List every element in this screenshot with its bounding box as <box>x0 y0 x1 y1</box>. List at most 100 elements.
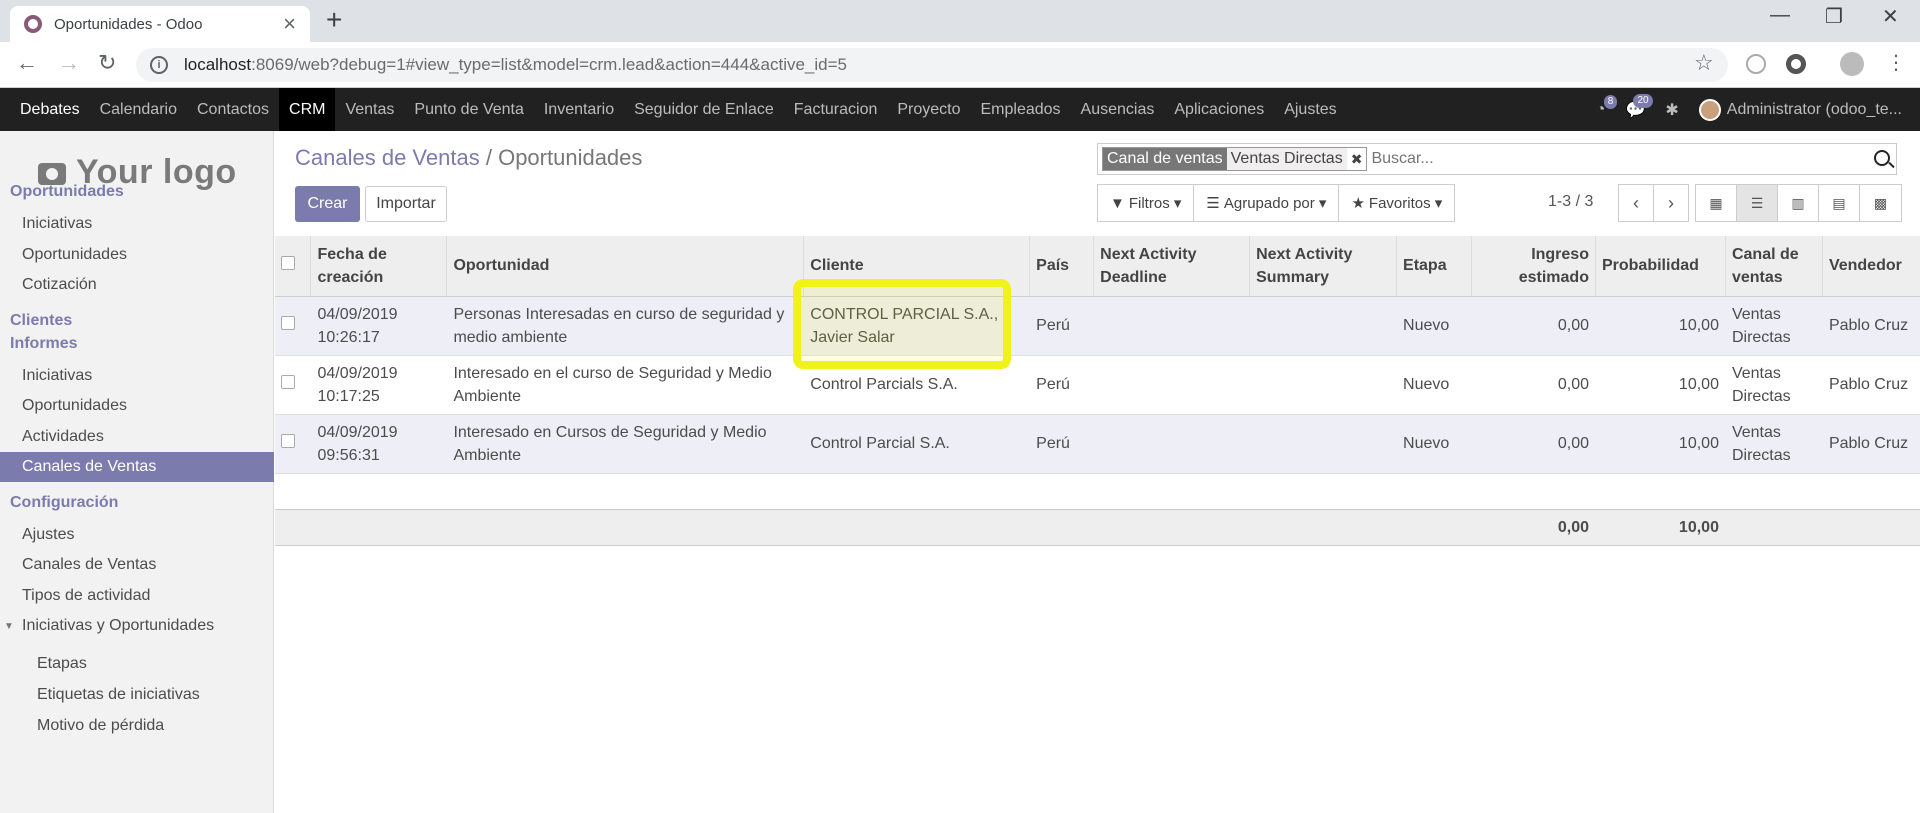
empty-row <box>275 472 1920 510</box>
app-menu-item[interactable]: Ventas <box>335 88 404 131</box>
close-window-icon[interactable]: ✕ <box>1882 4 1899 29</box>
avatar[interactable] <box>1698 98 1721 121</box>
col-ingreso[interactable]: Ingreso estimado <box>1471 236 1596 297</box>
app-menu-item[interactable]: CRM <box>279 88 336 131</box>
app-menu-item[interactable]: Seguidor de Enlace <box>624 88 784 131</box>
close-tab-icon[interactable]: × <box>283 13 296 35</box>
table-row[interactable]: 04/09/2019 10:26:17 Personas Interesadas e… <box>275 296 1920 356</box>
graph-view-icon[interactable]: ▥ <box>1778 185 1819 221</box>
sidebar-item[interactable]: Canales de Ventas <box>0 550 274 580</box>
col-next-summary[interactable]: Next Activity Summary <box>1249 236 1398 297</box>
table-header-row: Fecha de creación Oportunidad Cliente Pa… <box>275 236 1920 297</box>
url-bar[interactable]: i localhost:8069/web?debug=1#view_type=l… <box>136 48 1728 82</box>
pager-previous-icon[interactable]: ‹ <box>1618 184 1654 222</box>
sidebar-subitem[interactable]: Etiquetas de iniciativas <box>0 680 274 710</box>
restore-icon[interactable]: ❐ <box>1825 4 1843 29</box>
app-menu-item[interactable]: Facturacion <box>784 88 888 131</box>
row-checkbox[interactable] <box>275 296 311 356</box>
app-menu-item[interactable]: Proyecto <box>887 88 970 131</box>
odoo-navbar: Debates Calendario Contactos CRM Ventas Punt… <box>0 88 1920 131</box>
breadcrumb-parent[interactable]: Canales de Ventas <box>295 145 480 170</box>
col-canal[interactable]: Canal de ventas <box>1725 236 1823 297</box>
sidebar-item[interactable]: Actividades <box>0 422 274 452</box>
app-debates[interactable]: Debates <box>10 88 90 131</box>
app-menu-item[interactable]: Ajustes <box>1274 88 1346 131</box>
app-menu-item[interactable]: Inventario <box>534 88 624 131</box>
debug-bug-icon[interactable]: ✱ <box>1665 100 1678 120</box>
minimize-icon[interactable]: — <box>1770 4 1790 27</box>
sidebar-subitem[interactable]: Etapas <box>0 649 274 679</box>
cell-fecha: 04/09/2019 10:26:17 <box>310 296 447 356</box>
pager-next-icon[interactable]: › <box>1653 184 1689 222</box>
cell-pais: Perú <box>1029 296 1094 356</box>
info-icon[interactable]: i <box>150 56 168 74</box>
col-vendedor[interactable]: Vendedor <box>1822 236 1920 297</box>
col-cliente[interactable]: Cliente <box>803 236 1031 297</box>
new-tab-icon[interactable]: + <box>326 4 342 36</box>
url-text: localhost:8069/web?debug=1#view_type=lis… <box>184 55 847 74</box>
sidebar-subitem[interactable]: Motivo de pérdida <box>0 711 274 741</box>
sidebar-section-heading[interactable]: Clientes <box>0 312 274 330</box>
messages-icon[interactable]: 💬 20 <box>1625 93 1653 120</box>
search-box[interactable]: Canal de ventas Ventas Directas ✖ <box>1097 143 1897 175</box>
search-input[interactable] <box>1371 150 1896 168</box>
col-pais[interactable]: País <box>1029 236 1095 297</box>
favorites-dropdown[interactable]: ★ Favoritos ▾ <box>1339 185 1454 221</box>
back-icon[interactable]: ← <box>16 50 38 76</box>
sidebar-item[interactable]: Iniciativas <box>0 209 274 239</box>
kanban-view-icon[interactable]: ▦ <box>1696 185 1737 221</box>
pivot-view-icon[interactable]: ▩ <box>1860 185 1901 221</box>
app-menu-item[interactable]: Punto de Venta <box>404 88 533 131</box>
list-view-icon[interactable]: ☰ <box>1737 185 1778 221</box>
sidebar-item[interactable]: Tipos de actividad <box>0 581 274 611</box>
app-menu-item[interactable]: Contactos <box>187 88 279 131</box>
col-probabilidad[interactable]: Probabilidad <box>1595 236 1726 297</box>
user-menu[interactable]: Administrator (odoo_te... <box>1727 101 1902 119</box>
sidebar-item[interactable]: Iniciativas y Oportunidades <box>0 611 274 641</box>
sidebar-item[interactable]: Iniciativas <box>0 361 274 391</box>
total-probability: 10,00 <box>1595 508 1726 546</box>
cell-ingreso: 0,00 <box>1471 355 1596 415</box>
reload-icon[interactable]: ↻ <box>98 50 116 76</box>
select-all-checkbox[interactable] <box>275 236 312 297</box>
app-menu-item[interactable]: Empleados <box>971 88 1071 131</box>
sidebar-item[interactable]: Ajustes <box>0 520 274 550</box>
col-etapa[interactable]: Etapa <box>1396 236 1473 297</box>
create-button[interactable]: Crear <box>295 186 360 222</box>
col-fecha[interactable]: Fecha de creación <box>310 236 448 297</box>
activities-icon[interactable]: ◔ 8 <box>1596 94 1618 119</box>
sidebar-item[interactable]: Cotización <box>0 270 274 300</box>
forward-icon[interactable]: → <box>58 50 80 76</box>
table-row[interactable]: 04/09/2019 09:56:31 Interesado en Cursos d… <box>275 414 1920 474</box>
profile-icon[interactable] <box>1840 52 1864 76</box>
pager-value[interactable]: 1-3 / 3 <box>1548 193 1593 211</box>
remove-facet-icon[interactable]: ✖ <box>1351 151 1363 168</box>
row-checkbox[interactable] <box>275 414 311 474</box>
col-next-deadline[interactable]: Next Activity Deadline <box>1093 236 1251 297</box>
sidebar-item[interactable]: Oportunidades <box>0 240 274 270</box>
expand-caret-icon[interactable]: ▼ <box>4 621 14 632</box>
row-checkbox[interactable] <box>275 355 311 415</box>
app-menu-item[interactable]: Ausencias <box>1071 88 1165 131</box>
extension-icon[interactable] <box>1746 54 1766 74</box>
sidebar-item[interactable]: Canales de Ventas <box>0 452 274 482</box>
cell-cliente: Control Parcial S.A. <box>803 414 1030 474</box>
table-row[interactable]: 04/09/2019 10:17:25 Interesado en el curso… <box>275 355 1920 415</box>
browser-tab[interactable]: Oportunidades - Odoo × <box>10 6 310 42</box>
sidebar-item[interactable]: Oportunidades <box>0 391 274 421</box>
app-menu-item[interactable]: Calendario <box>90 88 187 131</box>
calendar-view-icon[interactable]: ▤ <box>1819 185 1860 221</box>
sidebar-section-heading[interactable]: Informes <box>0 335 274 353</box>
bookmark-star-icon[interactable]: ☆ <box>1694 50 1714 76</box>
chrome-menu-icon[interactable]: ⋮ <box>1886 50 1906 75</box>
app-menu-item[interactable]: Aplicaciones <box>1164 88 1274 131</box>
filters-dropdown[interactable]: ▼ Filtros ▾ <box>1098 185 1195 221</box>
cell-next-deadline <box>1093 355 1250 415</box>
search-icon[interactable] <box>1874 150 1890 166</box>
col-oportunidad[interactable]: Oportunidad <box>446 236 805 297</box>
extension-icon[interactable] <box>1786 54 1806 74</box>
sidebar-section-heading[interactable]: Configuración <box>0 494 274 512</box>
import-button[interactable]: Importar <box>365 186 447 222</box>
sidebar-section-heading[interactable]: Oportunidades <box>0 183 274 201</box>
groupby-dropdown[interactable]: ☰ Agrupado por ▾ <box>1194 185 1340 221</box>
